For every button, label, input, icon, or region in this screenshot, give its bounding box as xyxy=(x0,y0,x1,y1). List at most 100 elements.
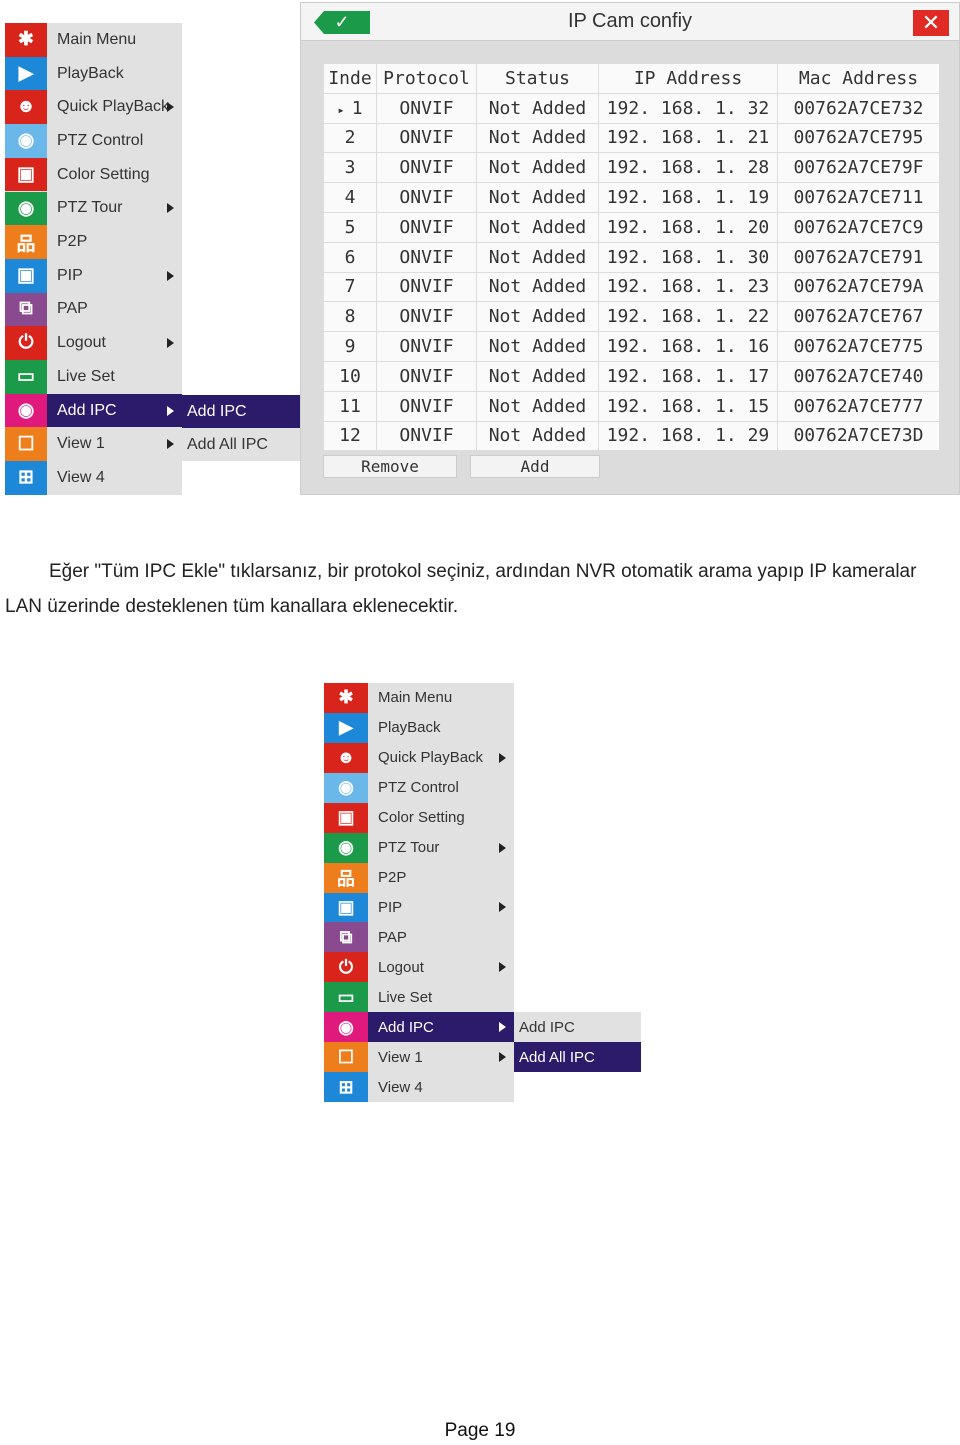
submenu-item-add-all-ipc[interactable]: Add All IPC xyxy=(514,1042,641,1072)
ptz-tour-icon: ◉ xyxy=(324,832,368,863)
table-cell: ONVIF xyxy=(376,152,477,184)
table-row[interactable]: ▸ 1 ONVIF Not Added 192. 168. 1. 32 00762A7C… xyxy=(323,92,940,124)
menu-item-add-ipc[interactable]: ◉ Add IPC xyxy=(324,1012,514,1043)
table-cell: Not Added xyxy=(476,182,599,213)
table-row[interactable]: 4 ONVIF Not Added 192. 168. 1. 19 00762A7CE7… xyxy=(323,182,940,213)
table-cell: 192. 168. 1. 15 xyxy=(598,390,778,422)
table-cell: ONVIF xyxy=(376,420,477,452)
menu-item-label: Add IPC xyxy=(378,1018,434,1036)
menu-item-view-4[interactable]: ⊞ View 4 xyxy=(324,1072,514,1102)
pip-icon: ▣ xyxy=(324,892,368,923)
table-cell: ONVIF xyxy=(376,360,477,392)
menu-item-add-ipc[interactable]: ◉ Add IPC xyxy=(5,393,182,428)
submenu-item-add-all-ipc[interactable]: Add All IPC xyxy=(182,428,300,461)
table-cell: Not Added xyxy=(476,301,599,333)
menu-item-label: P2P xyxy=(57,233,88,251)
table-cell: ONVIF xyxy=(376,122,477,154)
menu-item-view-1[interactable]: ☐ View 1 xyxy=(5,427,182,462)
table-row[interactable]: 2 ONVIF Not Added 192. 168. 1. 21 00762A7CE7… xyxy=(323,122,940,154)
table-cell: ▸ 1 xyxy=(323,92,377,124)
power-icon: ⏻ xyxy=(5,326,47,360)
menu-item-label: PAP xyxy=(57,300,88,318)
menu-item-quick-playback[interactable]: ☻ Quick PlayBack xyxy=(5,90,182,125)
ip-camera-table: Inde Protocol Status IP Address Mac Address … xyxy=(323,63,940,452)
gear-icon: ✱ xyxy=(5,23,47,57)
menu-item-label: PTZ Control xyxy=(378,779,459,797)
table-cell: 11 xyxy=(323,390,377,422)
table-cell: ONVIF xyxy=(376,301,477,333)
menu-item-label: Logout xyxy=(378,958,424,976)
table-cell: 4 xyxy=(323,182,377,213)
view1-icon: ☐ xyxy=(5,427,47,462)
menu-item-ptz-control[interactable]: ◉ PTZ Control xyxy=(5,124,182,158)
remove-button[interactable]: Remove xyxy=(323,455,457,478)
menu-item-logout[interactable]: ⏻ Logout xyxy=(5,326,182,360)
menu-item-view-1[interactable]: ☐ View 1 xyxy=(324,1042,514,1073)
table-row[interactable]: 11 ONVIF Not Added 192. 168. 1. 15 00762A7CE… xyxy=(323,390,940,422)
table-cell: Not Added xyxy=(476,271,599,303)
menu-item-pap[interactable]: ⧉ PAP xyxy=(5,292,182,327)
add-ipc-camera-icon: ◉ xyxy=(5,393,47,428)
table-cell: 3 xyxy=(323,152,377,184)
column-header-status: Status xyxy=(476,63,599,94)
monitor-chart-icon: ▣ xyxy=(5,157,47,192)
gear-icon: ✱ xyxy=(324,683,368,713)
menu-item-color-setting[interactable]: ▣ Color Setting xyxy=(5,157,182,192)
page-number: Page 19 xyxy=(444,1420,516,1441)
monitor-chart-icon: ▣ xyxy=(324,802,368,833)
table-cell: 12 xyxy=(323,420,377,452)
add-ipc-camera-icon: ◉ xyxy=(324,1012,368,1043)
table-cell: ONVIF xyxy=(376,92,477,124)
add-ipc-submenu-top: Add IPC Add All IPC xyxy=(182,395,300,461)
menu-item-playback[interactable]: ▶ PlayBack xyxy=(324,712,514,743)
menu-item-pip[interactable]: ▣ PIP xyxy=(5,258,182,293)
submenu-item-add-ipc[interactable]: Add IPC xyxy=(182,395,300,428)
close-icon[interactable]: ✕ xyxy=(913,10,949,36)
menu-item-live-set[interactable]: ▭ Live Set xyxy=(5,360,182,394)
menu-item-main-menu[interactable]: ✱ Main Menu xyxy=(5,23,182,57)
table-row[interactable]: 5 ONVIF Not Added 192. 168. 1. 20 00762A7CE7… xyxy=(323,211,940,243)
table-cell: 5 xyxy=(323,211,377,243)
table-row[interactable]: 10 ONVIF Not Added 192. 168. 1. 17 00762A7CE… xyxy=(323,360,940,392)
table-cell: Not Added xyxy=(476,420,599,452)
row-pointer-icon: ▸ xyxy=(337,102,352,117)
menu-item-p2p[interactable]: 品 P2P xyxy=(324,862,514,893)
chevron-right-icon xyxy=(167,203,174,214)
menu-item-ptz-tour[interactable]: ◉ PTZ Tour xyxy=(324,832,514,863)
menu-item-color-setting[interactable]: ▣ Color Setting xyxy=(324,802,514,833)
menu-item-view-4[interactable]: ⊞ View 4 xyxy=(5,461,182,495)
menu-item-main-menu[interactable]: ✱ Main Menu xyxy=(324,683,514,713)
table-row[interactable]: 3 ONVIF Not Added 192. 168. 1. 28 00762A7CE7… xyxy=(323,152,940,184)
menu-item-logout[interactable]: ⏻ Logout xyxy=(324,952,514,983)
table-cell: 9 xyxy=(323,331,377,362)
table-cell: ONVIF xyxy=(376,211,477,243)
menu-item-ptz-tour[interactable]: ◉ PTZ Tour xyxy=(5,191,182,226)
table-row[interactable]: 6 ONVIF Not Added 192. 168. 1. 30 00762A7CE7… xyxy=(323,241,940,273)
menu-item-label: Logout xyxy=(57,334,106,352)
table-row[interactable]: 12 ONVIF Not Added 192. 168. 1. 29 00762A7CE… xyxy=(323,420,940,452)
menu-item-quick-playback[interactable]: ☻ Quick PlayBack xyxy=(324,742,514,773)
submenu-item-add-ipc[interactable]: Add IPC xyxy=(514,1012,641,1042)
table-row[interactable]: 8 ONVIF Not Added 192. 168. 1. 22 00762A7CE7… xyxy=(323,301,940,333)
play-icon: ▶ xyxy=(324,712,368,743)
add-button[interactable]: Add xyxy=(470,455,600,478)
menu-item-pap[interactable]: ⧉ PAP xyxy=(324,922,514,953)
menu-item-label: PlayBack xyxy=(57,64,124,82)
menu-item-label: View 1 xyxy=(378,1048,423,1066)
table-cell: 192. 168. 1. 19 xyxy=(598,182,778,213)
table-cell: 00762A7CE795 xyxy=(777,122,940,154)
table-cell: 00762A7CE767 xyxy=(777,301,940,333)
table-cell: 8 xyxy=(323,301,377,333)
table-row[interactable]: 7 ONVIF Not Added 192. 168. 1. 23 00762A7CE7… xyxy=(323,271,940,303)
menu-item-label: Live Set xyxy=(57,367,115,385)
menu-item-playback[interactable]: ▶ PlayBack xyxy=(5,56,182,91)
menu-item-live-set[interactable]: ▭ Live Set xyxy=(324,982,514,1013)
person-playback-icon: ☻ xyxy=(324,742,368,773)
menu-item-ptz-control[interactable]: ◉ PTZ Control xyxy=(324,772,514,803)
table-cell: 00762A7CE7C9 xyxy=(777,211,940,243)
menu-item-pip[interactable]: ▣ PIP xyxy=(324,892,514,923)
table-cell: Not Added xyxy=(476,241,599,273)
column-header-mac-address: Mac Address xyxy=(777,63,940,94)
table-row[interactable]: 9 ONVIF Not Added 192. 168. 1. 16 00762A7CE7… xyxy=(323,331,940,362)
menu-item-p2p[interactable]: 品 P2P xyxy=(5,225,182,259)
